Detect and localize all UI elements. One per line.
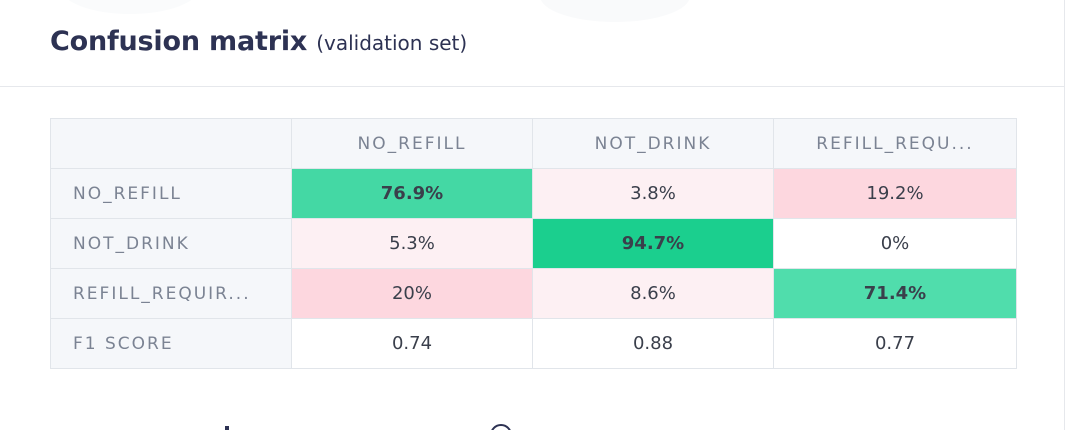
page: Confusion matrix (validation set) NO_REF… [0, 0, 1076, 430]
column-header: NOT_DRINK [532, 118, 774, 169]
matrix-cell: 71.4% [773, 268, 1017, 319]
column-header: NO_REFILL [291, 118, 533, 169]
matrix-cell: 76.9% [291, 168, 533, 219]
title-text: Confusion matrix [50, 26, 308, 57]
matrix-cell: 8.6% [532, 268, 774, 319]
f1-cell: 0.77 [773, 318, 1017, 369]
matrix-cell: 19.2% [773, 168, 1017, 219]
help-icon[interactable] [490, 424, 512, 430]
panel-border [1064, 0, 1065, 430]
table-row: NO_REFILL 76.9% 3.8% 19.2% [50, 168, 1017, 219]
table-row: REFILL_REQUIR... 20% 8.6% 71.4% [50, 268, 1017, 319]
confusion-matrix-table: NO_REFILL NOT_DRINK REFILL_REQU... NO_RE… [50, 118, 1017, 369]
matrix-cell: 20% [291, 268, 533, 319]
table-header-row: NO_REFILL NOT_DRINK REFILL_REQU... [50, 118, 1017, 169]
f1-cell: 0.88 [532, 318, 774, 369]
matrix-cell: 94.7% [532, 218, 774, 269]
matrix-cell: 5.3% [291, 218, 533, 269]
matrix-cell: 3.8% [532, 168, 774, 219]
f1-score-row: F1 SCORE 0.74 0.88 0.77 [50, 318, 1017, 369]
row-label: NOT_DRINK [50, 218, 292, 269]
table-corner [50, 118, 292, 169]
row-label: F1 SCORE [50, 318, 292, 369]
row-label: NO_REFILL [50, 168, 292, 219]
f1-cell: 0.74 [291, 318, 533, 369]
title-subtitle: (validation set) [316, 31, 468, 55]
row-label: REFILL_REQUIR... [50, 268, 292, 319]
table-row: NOT_DRINK 5.3% 94.7% 0% [50, 218, 1017, 269]
cropped-glyph [225, 426, 229, 430]
page-title: Confusion matrix (validation set) [50, 26, 467, 57]
column-header: REFILL_REQU... [773, 118, 1017, 169]
section-header: Confusion matrix (validation set) [0, 0, 1064, 87]
matrix-cell: 0% [773, 218, 1017, 269]
